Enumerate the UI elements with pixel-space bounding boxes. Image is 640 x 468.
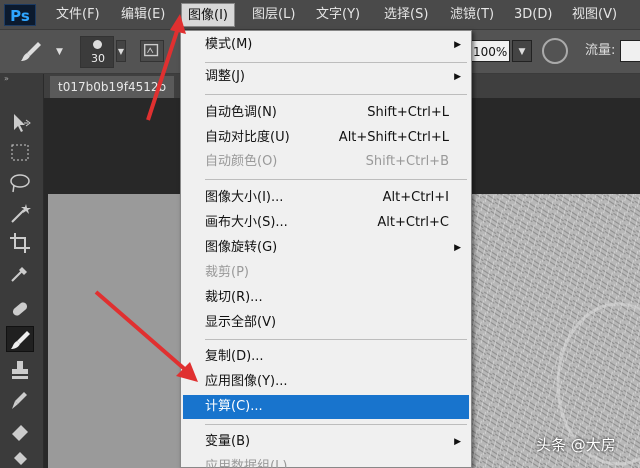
brush-preset-picker[interactable]: 30 (80, 36, 114, 68)
flow-label: 流量: (585, 43, 616, 58)
shortcut-auto-color: Shift+Ctrl+B (365, 154, 449, 169)
menu-item-calculations[interactable]: 计算(C)... (183, 395, 469, 419)
brush-tip-preview (93, 40, 102, 49)
shortcut-auto-tone: Shift+Ctrl+L (367, 105, 449, 120)
clone-stamp-icon[interactable] (6, 358, 34, 384)
move-icon[interactable] (6, 110, 34, 136)
menu-item-image-rotation[interactable]: 图像旋转(G) ▶ (181, 236, 469, 260)
eyedropper-icon[interactable] (6, 260, 34, 286)
menu-item-apply-data-set: 应用数据组(L)... (205, 459, 300, 468)
menu-layer[interactable]: 图层(L) (246, 3, 301, 27)
menu-item-reveal-all[interactable]: 显示全部(V) (181, 311, 469, 335)
menu-item-image-size[interactable]: 图像大小(I)... Alt+Ctrl+I (181, 186, 469, 210)
image-menu-dropdown: 模式(M) ▶ 调整(J) ▶ 自动色调(N) Shift+Ctrl+L 自动对… (180, 30, 472, 468)
menu-bar: Ps 文件(F) 编辑(E) 图像(I) 图层(L) 文字(Y) 选择(S) 滤… (0, 0, 640, 30)
menu-item-variables[interactable]: 变量(B) ▶ (181, 430, 469, 454)
menu-separator (205, 339, 467, 340)
brush-tool-icon[interactable] (6, 326, 34, 352)
menu-image[interactable]: 图像(I) (181, 3, 235, 27)
brush-size: 30 (91, 52, 105, 65)
menu-item-auto-tone[interactable]: 自动色调(N) Shift+Ctrl+L (181, 101, 469, 125)
flow-input[interactable] (620, 40, 640, 62)
submenu-arrow-icon: ▶ (454, 40, 461, 50)
watermark: 头条 @大房 (536, 436, 616, 454)
photoshop-logo: Ps (4, 4, 36, 26)
history-brush-icon[interactable] (6, 388, 34, 414)
opacity-input[interactable]: 100% (468, 40, 510, 62)
marquee-icon[interactable] (6, 140, 34, 166)
menu-item-auto-color: 自动颜色(O) Shift+Ctrl+B (181, 150, 469, 174)
menu-file[interactable]: 文件(F) (50, 3, 106, 27)
menu-item-trim[interactable]: 裁切(R)... (181, 286, 469, 310)
submenu-arrow-icon: ▶ (454, 72, 461, 82)
brush-preset-dropdown[interactable]: ▼ (116, 40, 126, 62)
shortcut-image-size: Alt+Ctrl+I (382, 190, 449, 205)
submenu-arrow-icon: ▶ (454, 437, 461, 447)
tools-panel: » (0, 74, 44, 468)
submenu-arrow-icon: ▶ (454, 243, 461, 253)
menu-3d[interactable]: 3D(D) (508, 3, 558, 27)
canvas-image-content (468, 194, 640, 468)
menu-select[interactable]: 选择(S) (378, 3, 434, 27)
crop-icon[interactable] (6, 230, 34, 256)
healing-brush-icon[interactable] (6, 296, 34, 322)
menu-item-apply-image[interactable]: 应用图像(Y)... (181, 370, 469, 394)
airbrush-icon[interactable] (542, 38, 568, 64)
menu-separator (205, 62, 467, 63)
eraser-icon[interactable] (6, 418, 34, 444)
magic-wand-icon[interactable] (6, 200, 34, 226)
menu-item-crop: 裁剪(P) (205, 265, 249, 280)
shortcut-canvas-size: Alt+Ctrl+C (377, 215, 449, 230)
brush-icon[interactable] (18, 39, 44, 65)
menu-item-canvas-size[interactable]: 画布大小(S)... Alt+Ctrl+C (181, 211, 469, 235)
menu-item-duplicate[interactable]: 复制(D)... (181, 345, 469, 369)
menu-separator (205, 94, 467, 95)
menu-item-mode[interactable]: 模式(M) ▶ (181, 33, 469, 57)
paint-bucket-icon[interactable] (6, 446, 34, 468)
shortcut-auto-contrast: Alt+Shift+Ctrl+L (338, 130, 449, 145)
menu-filter[interactable]: 滤镜(T) (444, 3, 500, 27)
menu-view[interactable]: 视图(V) (566, 3, 623, 27)
document-tab[interactable]: t017b0b19f4512b (50, 76, 175, 98)
menu-item-auto-contrast[interactable]: 自动对比度(U) Alt+Shift+Ctrl+L (181, 126, 469, 150)
tool-preset-dropdown[interactable]: ▼ (56, 44, 66, 60)
menu-type[interactable]: 文字(Y) (310, 3, 366, 27)
menu-separator (205, 424, 467, 425)
opacity-dropdown[interactable]: ▼ (512, 40, 532, 62)
brush-panel-toggle[interactable] (140, 40, 164, 62)
menu-item-adjustments[interactable]: 调整(J) ▶ (181, 65, 469, 89)
panel-collapse-icon[interactable]: » (0, 74, 44, 84)
lasso-icon[interactable] (6, 170, 34, 196)
menu-separator (205, 179, 467, 180)
menu-edit[interactable]: 编辑(E) (115, 3, 171, 27)
